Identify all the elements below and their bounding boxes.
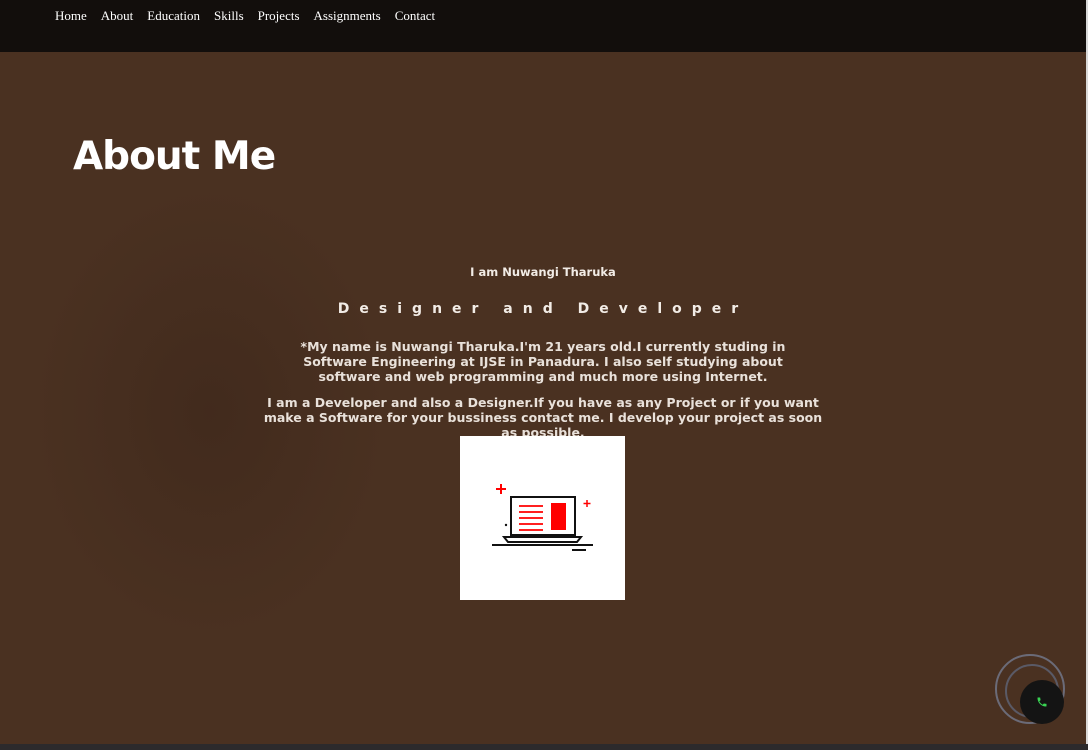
- about-section: About Me I am Nuwangi Tharuka Designer a…: [0, 52, 1086, 744]
- phone-icon: [1037, 697, 1047, 707]
- call-button[interactable]: [995, 654, 1065, 724]
- nav-item-education[interactable]: Education: [147, 8, 200, 24]
- navbar: Home About Education Skills Projects Ass…: [0, 0, 1086, 52]
- nav-item-about[interactable]: About: [101, 8, 134, 24]
- call-button-core[interactable]: [1020, 680, 1064, 724]
- page-title: About Me: [73, 134, 276, 179]
- role-text: Designer and Developer: [337, 301, 749, 317]
- nav-item-contact[interactable]: Contact: [395, 8, 435, 24]
- nav-links: Home About Education Skills Projects Ass…: [55, 8, 435, 24]
- laptop-illustration: [460, 436, 625, 600]
- about-paragraph-2: I am a Developer and also a Designer.If …: [263, 395, 823, 440]
- about-paragraph-1: *My name is Nuwangi Tharuka.I'm 21 years…: [300, 339, 786, 384]
- nav-item-skills[interactable]: Skills: [214, 8, 244, 24]
- nav-item-projects[interactable]: Projects: [258, 8, 300, 24]
- window-bottom-bar: [0, 744, 1088, 750]
- nav-item-assignments[interactable]: Assignments: [314, 8, 381, 24]
- laptop-document-icon: [492, 484, 593, 551]
- nav-item-home[interactable]: Home: [55, 8, 87, 24]
- intro-text: I am Nuwangi Tharuka: [470, 265, 616, 279]
